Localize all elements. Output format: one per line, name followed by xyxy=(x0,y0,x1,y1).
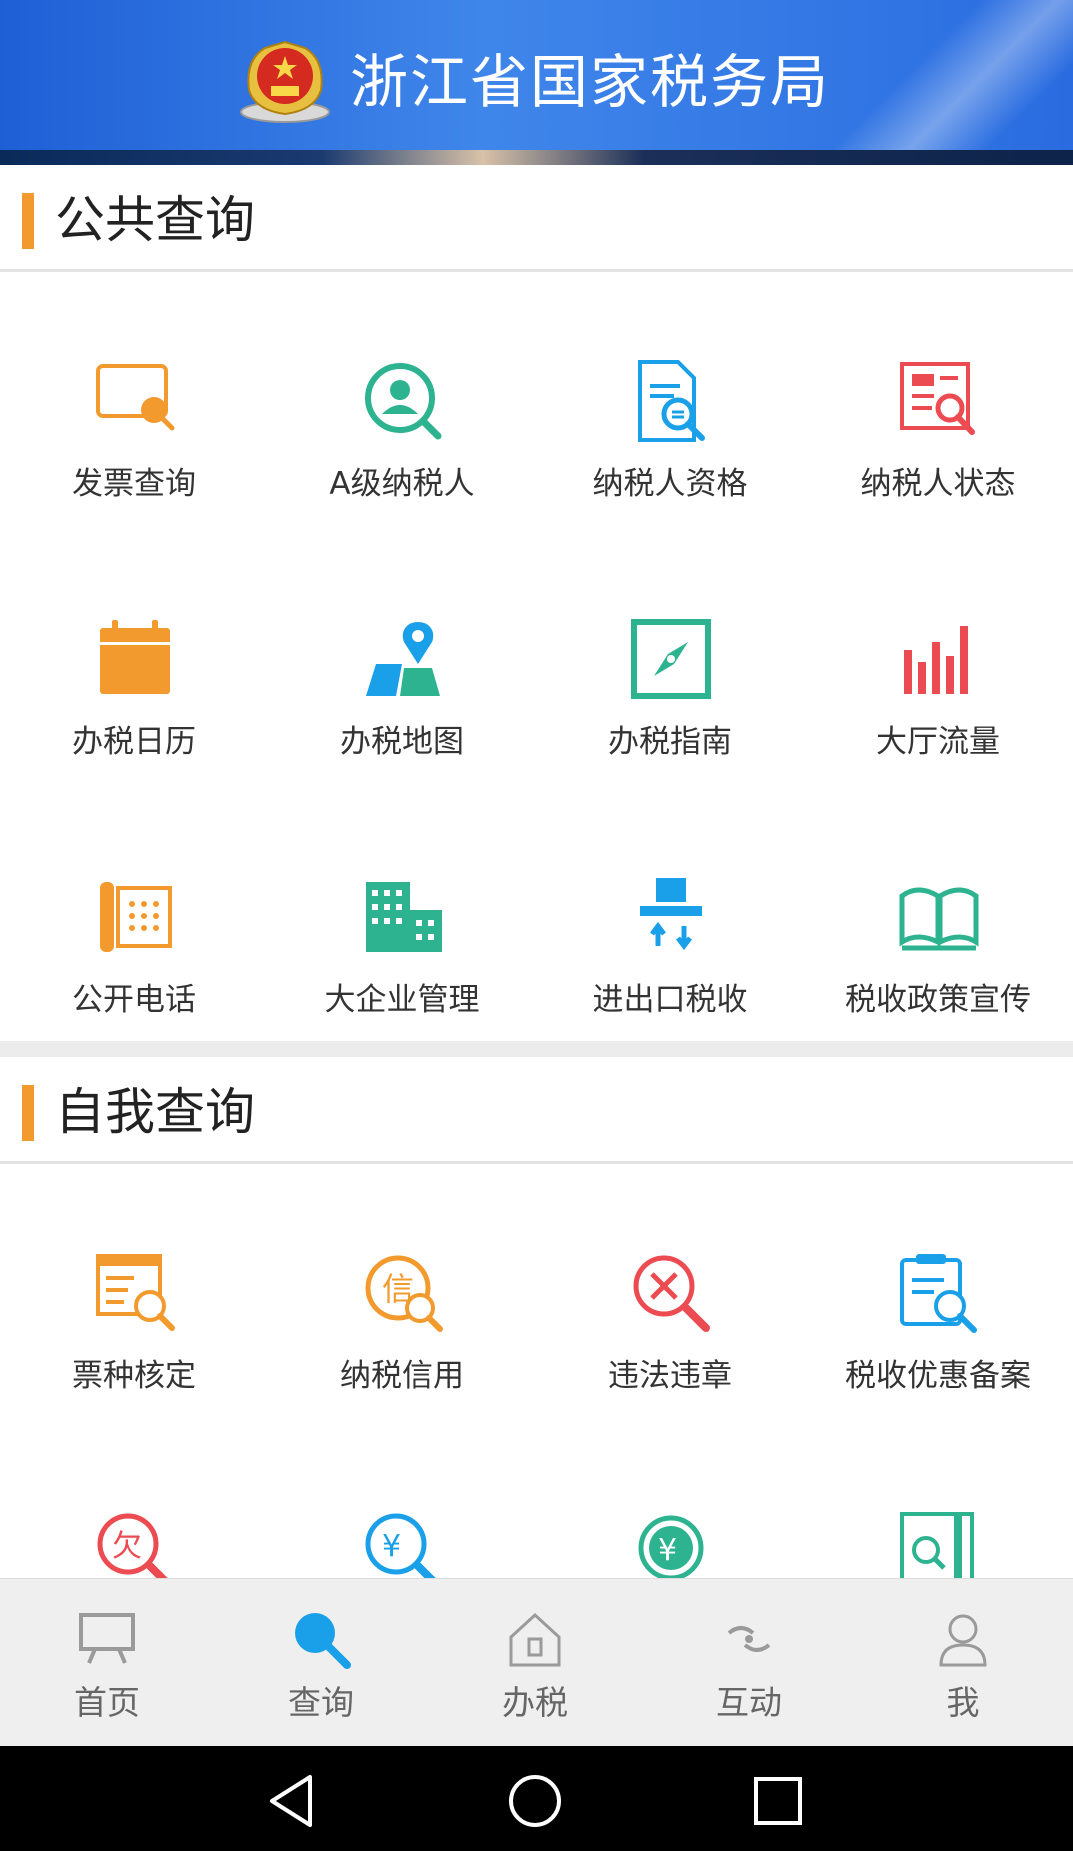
tab-interaction[interactable]: 互动 xyxy=(642,1579,856,1747)
grid-item-arrears[interactable]: 欠 xyxy=(0,1510,268,1578)
tab-label: 互动 xyxy=(716,1683,782,1722)
grid-item-label: 税收政策宣传 xyxy=(845,982,1031,1018)
tab-home[interactable]: 首页 xyxy=(0,1579,214,1747)
app-header: 浙江省国家税务局 xyxy=(0,0,1073,165)
header-title: 浙江省国家税务局 xyxy=(350,48,831,116)
tab-label: 查询 xyxy=(288,1683,354,1722)
grid-item-label: 公开电话 xyxy=(72,982,196,1018)
violation-search-icon xyxy=(633,1255,710,1332)
self-query-section-header: 自我查询 xyxy=(0,1057,1073,1164)
header-banner-strip xyxy=(0,150,1073,165)
open-book-icon xyxy=(899,887,979,951)
home-board-icon xyxy=(79,1613,135,1664)
public-query-section-header: 公共查询 xyxy=(0,165,1073,272)
status-report-search-icon xyxy=(900,362,975,435)
tab-tax-handling[interactable]: 办税 xyxy=(428,1579,642,1747)
arrears-search-icon: 欠 xyxy=(97,1513,168,1578)
home-circle-icon[interactable] xyxy=(505,1771,565,1831)
grid-item-label: 办税地图 xyxy=(340,724,464,760)
svg-text:¥: ¥ xyxy=(382,1529,401,1564)
grid-item-label: 办税日历 xyxy=(72,724,196,760)
grid-item-label: 纳税人资格 xyxy=(592,466,748,502)
recent-apps-icon[interactable] xyxy=(748,1771,808,1831)
national-emblem-icon xyxy=(240,40,330,123)
grid-item-label: 违法违章 xyxy=(608,1358,732,1394)
grid-item-label: 纳税人状态 xyxy=(860,466,1016,502)
grid-item-label: 大企业管理 xyxy=(324,982,480,1018)
person-search-icon xyxy=(365,363,442,440)
section-accent-bar xyxy=(22,1085,34,1141)
grid-item-invoice-type-approval[interactable]: 票种核定 xyxy=(0,1252,268,1510)
document-search-icon xyxy=(638,360,705,442)
clipboard-search-icon xyxy=(900,1254,977,1333)
grid-item-hall-traffic[interactable]: 大厅流量 xyxy=(804,618,1072,876)
grid-item-tax-guide[interactable]: 办税指南 xyxy=(536,618,804,876)
yuan-refresh-icon: ¥ xyxy=(638,1515,704,1578)
user-icon xyxy=(939,1614,987,1667)
grid-item-label: 发票查询 xyxy=(72,466,196,502)
grid-item-label: 票种核定 xyxy=(72,1358,196,1394)
yuan-search-icon: ¥ xyxy=(365,1513,436,1578)
tab-label: 我 xyxy=(946,1683,980,1722)
grid-item-tax-map[interactable]: 办税地图 xyxy=(268,618,536,876)
grid-item-taxpayer-status[interactable]: 纳税人状态 xyxy=(804,360,1072,618)
grid-item-a-level-taxpayer[interactable]: A级纳税人 xyxy=(268,360,536,618)
house-icon xyxy=(509,1612,561,1667)
calendar-icon xyxy=(100,620,170,694)
grid-item-taxpayer-qualification[interactable]: 纳税人资格 xyxy=(536,360,804,618)
tab-me[interactable]: 我 xyxy=(856,1579,1070,1747)
tab-label: 首页 xyxy=(74,1683,140,1722)
grid-item-label: 大厅流量 xyxy=(876,724,1000,760)
tab-label: 办税 xyxy=(502,1683,568,1722)
self-query-grid: 票种核定 信 纳税信用 违法违章 税收优惠备案 欠 ¥ ¥ xyxy=(0,1252,1073,1578)
compass-guide-icon xyxy=(631,619,711,699)
svg-text:欠: 欠 xyxy=(112,1529,142,1564)
grid-item-violations[interactable]: 违法违章 xyxy=(536,1252,804,1510)
back-icon[interactable] xyxy=(262,1771,322,1831)
grid-item-tax-refund[interactable]: ¥ xyxy=(536,1510,804,1578)
grid-item-invoice-query[interactable]: 发票查询 xyxy=(0,360,268,618)
grid-item-document-query[interactable] xyxy=(804,1510,1072,1578)
svg-text:¥: ¥ xyxy=(658,1533,677,1568)
bar-chart-icon xyxy=(904,626,968,694)
grid-item-label: 进出口税收 xyxy=(592,982,748,1018)
import-export-icon xyxy=(640,878,702,951)
handshake-icon xyxy=(727,1626,771,1652)
system-nav-bar xyxy=(0,1746,1073,1851)
section-title: 自我查询 xyxy=(55,1083,255,1141)
grid-item-label: A级纳税人 xyxy=(329,466,475,502)
section-divider xyxy=(0,1041,1073,1057)
grid-item-tax-calendar[interactable]: 办税日历 xyxy=(0,618,268,876)
map-pin-icon xyxy=(366,622,440,696)
search-icon xyxy=(295,1613,351,1669)
section-title: 公共查询 xyxy=(55,191,255,249)
grid-item-label: 纳税信用 xyxy=(340,1358,464,1394)
grid-item-label: 办税指南 xyxy=(608,724,732,760)
header-shine xyxy=(793,0,1073,165)
file-search-icon xyxy=(900,1512,974,1578)
tab-query[interactable]: 查询 xyxy=(214,1579,428,1747)
list-search-icon xyxy=(96,1254,175,1331)
section-accent-bar xyxy=(22,193,34,249)
grid-item-label: 税收优惠备案 xyxy=(845,1358,1031,1394)
bottom-tab-bar: 首页 查询 办税 互动 我 xyxy=(0,1578,1073,1747)
invoice-search-icon xyxy=(96,364,175,431)
grid-item-tax-preference-filing[interactable]: 税收优惠备案 xyxy=(804,1252,1072,1510)
grid-item-tax-payment[interactable]: ¥ xyxy=(268,1510,536,1578)
telephone-icon xyxy=(100,882,172,952)
building-icon xyxy=(366,882,442,952)
credit-search-icon: 信 xyxy=(365,1255,443,1332)
grid-item-tax-credit[interactable]: 信 纳税信用 xyxy=(268,1252,536,1510)
